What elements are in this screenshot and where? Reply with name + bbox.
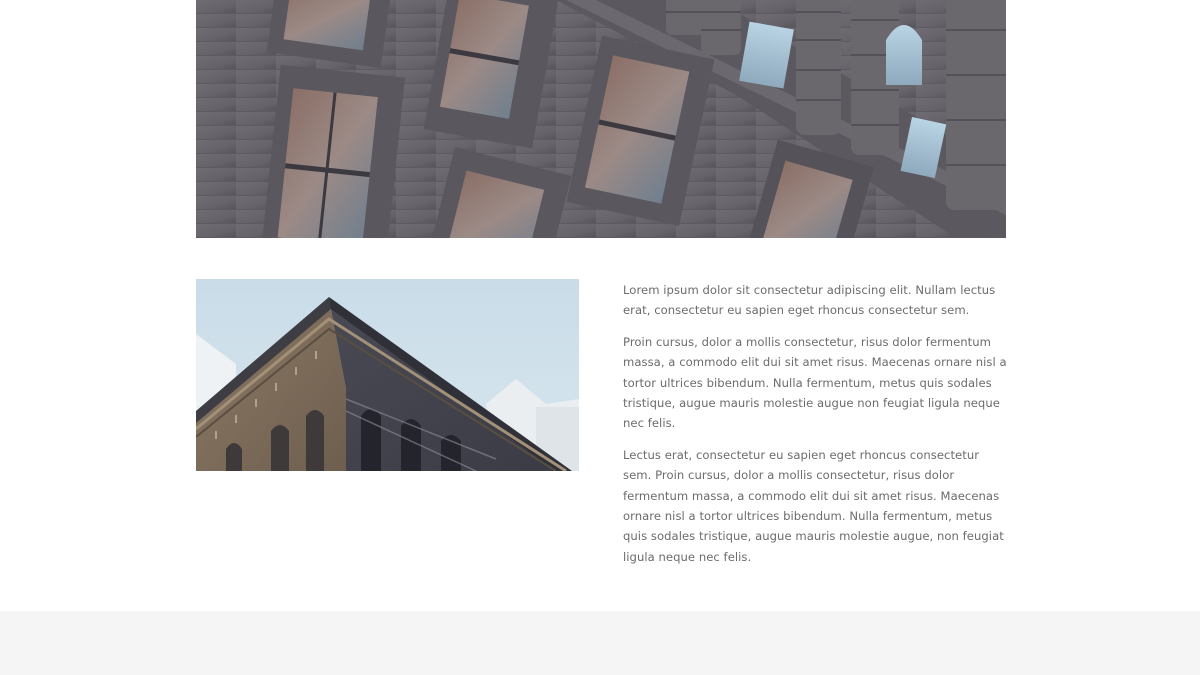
paragraph-2: Proin cursus, dolor a mollis consectetur… [623,334,1007,431]
page: Lorem ipsum dolor sit consectetur adipis… [0,0,1200,675]
body-text-column: Lorem ipsum dolor sit consectetur adipis… [623,280,1007,578]
hero-facade-image [196,0,1006,238]
corner-building-image [196,279,579,471]
footer-band [0,611,1200,675]
paragraph-3: Lectus erat, consectetur eu sapien eget … [623,447,1004,564]
paragraph-1: Lorem ipsum dolor sit consectetur adipis… [623,283,996,318]
